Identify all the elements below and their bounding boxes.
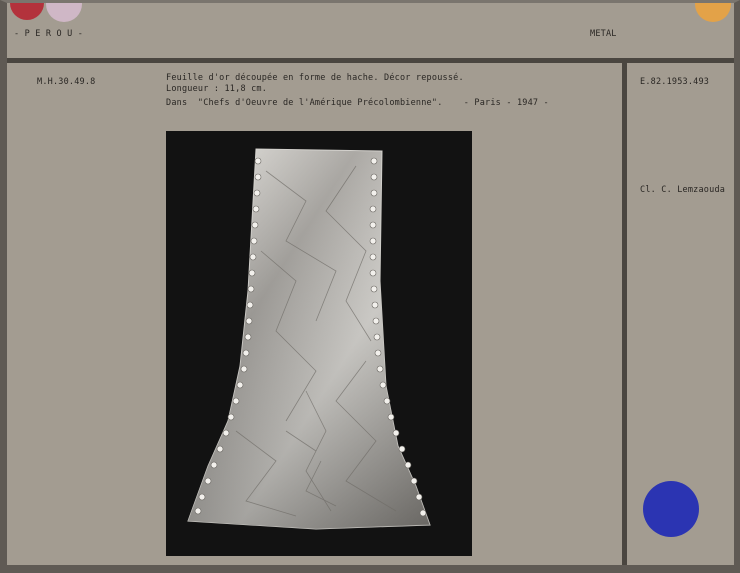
country-label: - P E R O U -: [14, 29, 84, 39]
red-color-dot: [10, 0, 44, 20]
inventory-number: M.H.30.49.8: [37, 77, 96, 87]
category-label: METAL: [590, 29, 617, 39]
description-line-1: Feuille d'or découpée en forme de hache.…: [166, 73, 464, 83]
gold-axe-sheet-image: [187, 148, 431, 530]
description-line-2: Longueur : 11,8 cm.: [166, 84, 268, 94]
column-divider: [622, 63, 627, 565]
photo-credit: Cl. C. Lemzaouda: [640, 185, 726, 195]
artifact-photograph: [166, 131, 472, 556]
blue-color-dot: [643, 481, 699, 537]
catalog-card: - P E R O U - METAL M.H.30.49.8 Feuille …: [0, 0, 740, 573]
pink-color-dot: [46, 0, 82, 22]
photo-number: E.82.1953.493: [640, 77, 710, 87]
publication-reference: Dans "Chefs d'Oeuvre de l'Amérique Préco…: [166, 98, 549, 108]
orange-color-dot: [695, 0, 731, 22]
